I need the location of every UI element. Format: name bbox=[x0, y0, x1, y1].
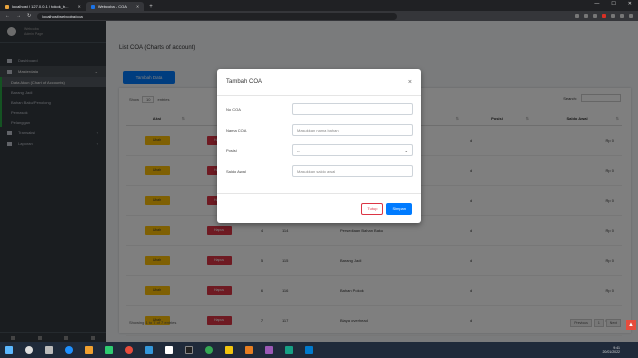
saldo-awal-input[interactable]: Masukkan saldo awal bbox=[292, 165, 413, 177]
close-tab-icon[interactable]: ✕ bbox=[136, 4, 139, 9]
task-view-icon[interactable] bbox=[45, 346, 53, 354]
edge-icon[interactable] bbox=[65, 346, 73, 354]
url-field[interactable]: localhost/webcoba/coa bbox=[37, 12, 398, 20]
extension-icon[interactable] bbox=[611, 14, 615, 18]
form-row-posisi: Posisi -- ⌄ bbox=[226, 144, 413, 156]
chevron-down-icon: ⌄ bbox=[404, 147, 408, 153]
extension-icon[interactable] bbox=[575, 14, 579, 18]
app-icon[interactable] bbox=[225, 346, 233, 354]
app-icon[interactable] bbox=[105, 346, 113, 354]
clock-date: 20/01/2022 bbox=[602, 350, 620, 354]
extension-icon[interactable] bbox=[584, 14, 588, 18]
window-controls: — ☐ ✕ bbox=[594, 1, 632, 7]
notification-badge-icon[interactable]: ▲ bbox=[626, 320, 636, 330]
extension-icon[interactable] bbox=[602, 14, 606, 18]
form-row-saldo-awal: Saldo Awal Masukkan saldo awal bbox=[226, 165, 413, 177]
new-tab-icon[interactable]: + bbox=[149, 4, 153, 10]
system-tray-clock[interactable]: 9:41 20/01/2022 bbox=[602, 346, 620, 354]
nama-coa-label: Nama COA bbox=[226, 127, 247, 133]
app-icon[interactable] bbox=[285, 346, 293, 354]
close-icon[interactable]: × bbox=[408, 79, 412, 86]
app-icon[interactable] bbox=[125, 346, 133, 354]
saldo-awal-label: Saldo Awal bbox=[226, 168, 246, 174]
search-icon[interactable] bbox=[25, 346, 33, 354]
forward-icon[interactable]: → bbox=[16, 13, 21, 19]
browser-tab-webcoba[interactable]: Webcoba - COA ✕ bbox=[85, 2, 145, 11]
app-icon[interactable] bbox=[265, 346, 273, 354]
maximize-icon[interactable]: ☐ bbox=[611, 1, 615, 7]
app-icon[interactable] bbox=[145, 346, 153, 354]
close-tab-icon[interactable]: ✕ bbox=[77, 4, 80, 9]
vscode-icon[interactable] bbox=[305, 346, 313, 354]
modal-footer: Tutup Simpan bbox=[217, 193, 421, 223]
modal-header: Tambah COA × bbox=[217, 69, 421, 96]
browser-tab-bar: localhost / 127.0.0.1 / tokok_b... ✕ Web… bbox=[0, 0, 638, 11]
posisi-selected-value: -- bbox=[297, 147, 300, 153]
app-icon[interactable] bbox=[245, 346, 253, 354]
app-icon[interactable] bbox=[85, 346, 93, 354]
tab-label: Webcoba - COA bbox=[97, 4, 127, 9]
app-icon[interactable] bbox=[165, 346, 173, 354]
close-button[interactable]: Tutup bbox=[361, 202, 384, 215]
chrome-icon[interactable] bbox=[205, 346, 213, 354]
save-button[interactable]: Simpan bbox=[386, 202, 412, 215]
minimize-icon[interactable]: — bbox=[594, 1, 599, 7]
extension-icon[interactable] bbox=[593, 14, 597, 18]
extension-icons bbox=[575, 14, 633, 18]
phpmyadmin-favicon-icon bbox=[5, 4, 9, 9]
taskbar: 9:41 20/01/2022 bbox=[0, 342, 638, 358]
no-coa-input[interactable] bbox=[292, 103, 413, 115]
no-coa-label: No COA bbox=[226, 106, 241, 112]
tab-label: localhost / 127.0.0.1 / tokok_b... bbox=[12, 4, 69, 9]
modal-backdrop[interactable]: Tambah COA × No COA Nama COA Masukkan na… bbox=[0, 21, 638, 342]
form-row-nama-coa: Nama COA Masukkan nama bahan bbox=[226, 124, 413, 136]
windows-start-icon[interactable] bbox=[5, 346, 13, 354]
profile-icon[interactable] bbox=[629, 14, 633, 18]
nama-coa-input[interactable]: Masukkan nama bahan bbox=[292, 124, 413, 136]
form-row-no-coa: No COA bbox=[226, 103, 413, 115]
posisi-label: Posisi bbox=[226, 147, 237, 153]
extension-icon[interactable] bbox=[620, 14, 624, 18]
address-bar: ← → ↻ localhost/webcoba/coa bbox=[0, 11, 638, 21]
app-icon[interactable] bbox=[185, 346, 193, 354]
add-coa-modal: Tambah COA × No COA Nama COA Masukkan na… bbox=[217, 69, 421, 223]
close-window-icon[interactable]: ✕ bbox=[628, 1, 632, 7]
webcoba-favicon-icon bbox=[90, 4, 95, 9]
back-icon[interactable]: ← bbox=[5, 13, 10, 19]
reload-icon[interactable]: ↻ bbox=[27, 13, 31, 19]
posisi-select[interactable]: -- ⌄ bbox=[292, 144, 413, 156]
modal-title: Tambah COA bbox=[226, 79, 263, 85]
browser-tab-phpmyadmin[interactable]: localhost / 127.0.0.1 / tokok_b... ✕ bbox=[0, 2, 86, 11]
